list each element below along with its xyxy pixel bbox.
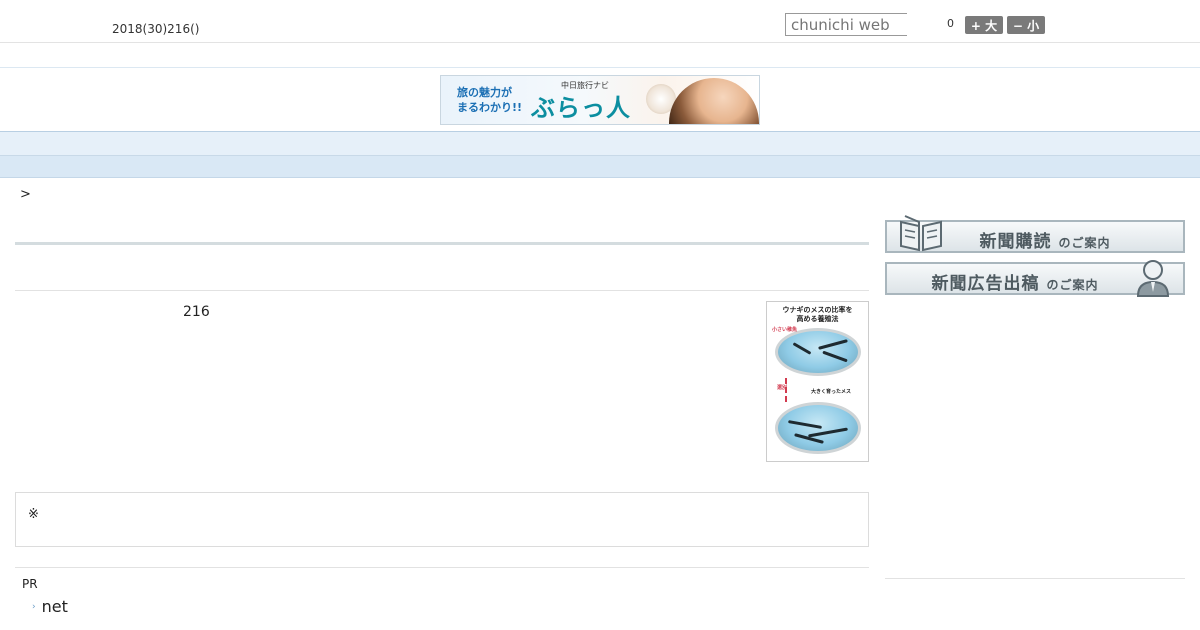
banner-model-photo bbox=[669, 78, 759, 124]
nav-item-5[interactable] bbox=[498, 136, 528, 155]
subscription-info-button[interactable]: 新聞購読 のご案内 bbox=[885, 215, 1185, 253]
figure-caption-line-1: ウナギのメスの比率を bbox=[782, 306, 853, 314]
pr-link[interactable]: › net bbox=[32, 597, 68, 616]
sub-nav bbox=[0, 156, 1200, 178]
eel bbox=[792, 342, 812, 355]
font-size-level: 0 bbox=[947, 17, 954, 30]
pr-link-text[interactable]: net bbox=[42, 597, 68, 616]
figure-caption-line-2: 高める養殖法 bbox=[796, 315, 839, 323]
sidebar-divider bbox=[885, 578, 1185, 579]
banner-lead-line-2: まるわかり!! bbox=[457, 101, 523, 114]
global-nav bbox=[0, 131, 1200, 156]
figure-label-small-fry: 小さい稚魚 bbox=[772, 327, 798, 333]
figure-caption: ウナギのメスの比率を 高める養殖法 bbox=[767, 306, 868, 324]
article-divider bbox=[15, 290, 869, 291]
sub-bar bbox=[0, 43, 1200, 68]
banner-lead: 旅の魅力が まるわかり!! bbox=[457, 85, 522, 115]
subscription-main-text: 新聞購読 bbox=[979, 232, 1052, 252]
advertising-suffix-text: のご案内 bbox=[1046, 278, 1099, 292]
note-text: ※ bbox=[28, 507, 39, 522]
eel bbox=[787, 420, 823, 429]
nav-item-4[interactable] bbox=[418, 136, 448, 155]
subscription-suffix-text: のご案内 bbox=[1058, 236, 1111, 250]
selection-arrow bbox=[785, 378, 799, 402]
figure-label-select: 選別 bbox=[777, 385, 788, 391]
font-smaller-button[interactable]: − 小 bbox=[1007, 16, 1045, 34]
figure-label-large-female: 大きく育ったメス bbox=[811, 389, 852, 395]
travel-banner-ad[interactable]: 旅の魅力が まるわかり!! 中日旅行ナビ ぶらっ人 bbox=[440, 75, 760, 125]
top-bar: 2018(30)216() 0 + 大 − 小 bbox=[0, 0, 1200, 43]
nav-item-6[interactable] bbox=[578, 136, 608, 155]
search-input[interactable] bbox=[785, 13, 907, 36]
nav-item-7[interactable] bbox=[658, 136, 688, 155]
pr-divider bbox=[15, 567, 869, 568]
eel bbox=[822, 350, 848, 363]
advertising-info-button[interactable]: 新聞広告出稿 のご案内 bbox=[885, 260, 1185, 297]
subscription-label: 新聞購読 のご案内 bbox=[887, 227, 1183, 252]
header-date: 2018(30)216() bbox=[112, 22, 200, 36]
advertising-main-text: 新聞広告出稿 bbox=[931, 274, 1040, 294]
breadcrumb[interactable]: > bbox=[20, 187, 31, 202]
nav-item-3[interactable] bbox=[338, 136, 368, 155]
eel bbox=[808, 427, 848, 438]
title-divider bbox=[15, 242, 869, 245]
note-box: ※ bbox=[15, 492, 869, 547]
banner-lead-line-1: 旅の魅力が bbox=[457, 86, 512, 99]
eel-farming-figure[interactable]: ウナギのメスの比率を 高める養殖法 小さい稚魚 選別 大きく育ったメス bbox=[766, 301, 869, 462]
nav-item-1[interactable] bbox=[178, 136, 208, 155]
eel bbox=[818, 339, 848, 350]
nav-item-9[interactable] bbox=[818, 136, 848, 155]
banner-title: ぶらっ人 bbox=[531, 94, 631, 122]
pr-label: PR bbox=[22, 577, 38, 591]
businessperson-icon bbox=[1136, 260, 1170, 297]
chevron-right-icon: › bbox=[32, 601, 36, 612]
tank-bottom bbox=[775, 402, 861, 454]
font-larger-button[interactable]: + 大 bbox=[965, 16, 1003, 34]
tank-top bbox=[775, 328, 861, 376]
nav-item-8[interactable] bbox=[738, 136, 768, 155]
article-date: 216 bbox=[183, 304, 210, 320]
nav-item-2[interactable] bbox=[258, 136, 288, 155]
